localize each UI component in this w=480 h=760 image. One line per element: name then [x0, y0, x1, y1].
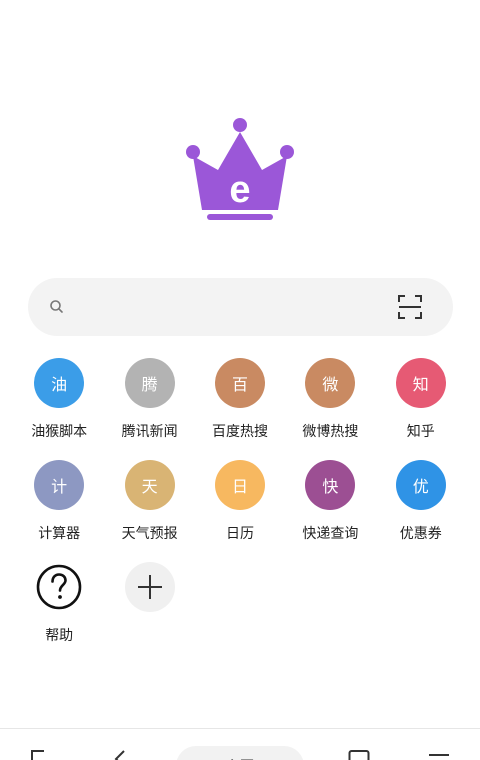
shortcut-help[interactable]: 帮助 — [14, 562, 104, 664]
shortcut-label: 计算器 — [38, 526, 81, 542]
search-input[interactable] — [80, 292, 400, 322]
sidebar-icon[interactable] — [30, 749, 50, 760]
shortcut-coupon[interactable]: 优 优惠券 — [376, 460, 466, 562]
shortcut-label: 腾讯新闻 — [121, 424, 178, 440]
bottom-toolbar: 主页 — [0, 728, 480, 760]
search-bar[interactable] — [28, 278, 453, 336]
shortcut-baidu-hot[interactable]: 百 百度热搜 — [195, 358, 285, 460]
shortcut-icon: 快 — [305, 460, 356, 510]
shortcut-icon: 知 — [395, 358, 446, 408]
shortcut-weather[interactable]: 天 天气预报 — [104, 460, 194, 562]
shortcut-icon: 腾 — [124, 358, 175, 408]
add-shortcut-button[interactable] — [104, 562, 194, 664]
menu-icon[interactable] — [428, 749, 450, 760]
shortcut-label: 微博热搜 — [302, 424, 359, 440]
home-button[interactable]: 主页 — [176, 746, 304, 760]
shortcut-label: 百度热搜 — [211, 424, 268, 440]
tabs-icon[interactable] — [348, 749, 370, 760]
shortcut-calendar[interactable]: 日 日历 — [195, 460, 285, 562]
shortcut-label: 快递查询 — [302, 526, 359, 542]
search-icon — [50, 300, 63, 313]
shortcut-zhihu[interactable]: 知 知乎 — [376, 358, 466, 460]
shortcut-icon: 微 — [305, 358, 356, 408]
crown-logo: e — [186, 118, 294, 220]
scan-icon[interactable] — [397, 294, 423, 320]
shortcut-tencent-news[interactable]: 腾 腾讯新闻 — [104, 358, 194, 460]
shortcut-icon: 油 — [34, 358, 85, 408]
shortcut-grid: 油 油猴脚本 腾 腾讯新闻 百 百度热搜 微 微博热搜 知 知乎 计 计算器 天… — [14, 358, 466, 664]
shortcut-label: 日历 — [225, 526, 254, 542]
shortcut-icon: 计 — [34, 460, 85, 510]
shortcut-label: 知乎 — [406, 424, 435, 440]
shortcut-label: 天气预报 — [121, 526, 178, 542]
shortcut-label: 帮助 — [45, 628, 74, 644]
plus-icon — [124, 562, 175, 612]
shortcut-youhou[interactable]: 油 油猴脚本 — [14, 358, 104, 460]
shortcut-label: 油猴脚本 — [31, 424, 88, 440]
shortcut-icon: 日 — [214, 460, 265, 510]
help-icon — [34, 562, 85, 612]
shortcut-icon: 天 — [124, 460, 175, 510]
shortcut-express[interactable]: 快 快递查询 — [285, 460, 375, 562]
back-icon[interactable] — [110, 749, 130, 760]
shortcut-calculator[interactable]: 计 计算器 — [14, 460, 104, 562]
shortcut-weibo-hot[interactable]: 微 微博热搜 — [285, 358, 375, 460]
shortcut-label: 优惠券 — [399, 526, 442, 542]
shortcut-icon: 优 — [395, 460, 446, 510]
logo-letter: e — [229, 169, 250, 211]
shortcut-icon: 百 — [214, 358, 265, 408]
